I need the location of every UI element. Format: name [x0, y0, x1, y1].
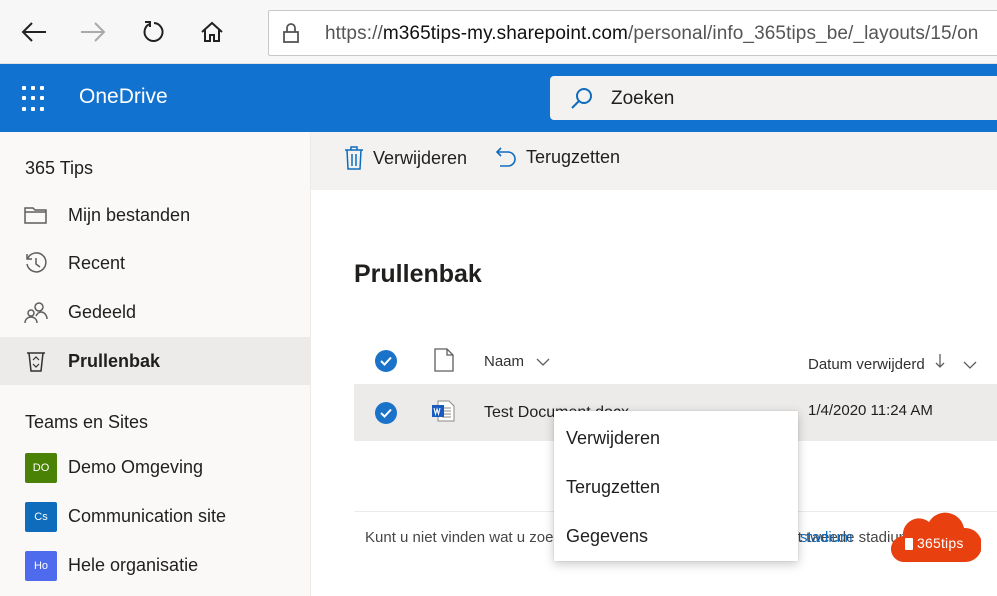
browser-toolbar: https://m365tips-my.sharepoint.com/perso…	[0, 0, 997, 64]
people-icon	[24, 302, 48, 324]
arrow-right-icon	[81, 22, 106, 42]
site-demo-omgeving[interactable]: DO Demo Omgeving	[0, 443, 311, 491]
nav-item-label: Mijn bestanden	[68, 204, 191, 225]
nav-item-shared[interactable]: Gedeeld	[0, 288, 311, 336]
nav-item-label: Recent	[68, 252, 126, 273]
nav-item-recycle-bin[interactable]: Prullenbak	[0, 337, 311, 385]
history-icon	[26, 252, 47, 273]
site-tile: Cs	[25, 502, 57, 532]
search-box[interactable]: Zoeken	[550, 76, 997, 120]
nav-item-recent[interactable]: Recent	[0, 239, 311, 287]
forward-button[interactable]	[75, 14, 111, 50]
left-nav: 365 Tips Mijn bestanden Recent Gedeeld P…	[0, 132, 311, 596]
context-menu: Verwijderen Terugzetten Gegevens	[554, 411, 798, 561]
page-title: Prullenbak	[354, 260, 482, 288]
undo-icon	[495, 147, 516, 167]
search-icon	[571, 88, 592, 109]
context-item-details[interactable]: Gegevens	[554, 511, 798, 561]
home-button[interactable]	[194, 14, 230, 50]
delete-label: Verwijderen	[373, 147, 468, 168]
site-label: Hele organisatie	[68, 554, 199, 575]
chevron-down-icon	[963, 361, 977, 369]
list-header: Naam Datum verwijderd	[354, 340, 997, 384]
restore-label: Terugzetten	[526, 146, 621, 167]
trash-icon	[345, 146, 363, 170]
column-date-header[interactable]: Datum verwijderd	[808, 353, 977, 373]
word-document-icon	[432, 400, 455, 422]
logo-text: 365tips	[917, 535, 964, 551]
chevron-down-icon	[536, 358, 550, 366]
sort-down-icon	[935, 354, 945, 368]
search-placeholder: Zoeken	[611, 88, 675, 109]
site-communication[interactable]: Cs Communication site	[0, 492, 311, 540]
file-type-icon	[434, 348, 454, 372]
refresh-button[interactable]	[135, 14, 171, 50]
nav-item-my-files[interactable]: Mijn bestanden	[0, 191, 311, 239]
back-button[interactable]	[16, 14, 52, 50]
command-bar: Verwijderen Terugzetten	[311, 132, 997, 190]
url-text: https://m365tips-my.sharepoint.com/perso…	[325, 23, 979, 44]
context-item-restore[interactable]: Terugzetten	[554, 462, 798, 512]
app-launcher-icon[interactable]	[22, 86, 48, 112]
lock-icon	[283, 23, 299, 43]
checkmark-icon	[380, 356, 392, 366]
address-bar[interactable]: https://m365tips-my.sharepoint.com/perso…	[268, 10, 997, 56]
app-name[interactable]: OneDrive	[79, 85, 168, 109]
nav-item-label: Prullenbak	[68, 350, 161, 371]
site-label: Communication site	[68, 505, 227, 526]
site-tile: DO	[25, 453, 57, 483]
home-icon	[201, 21, 223, 42]
restore-button[interactable]: Terugzetten	[495, 146, 620, 168]
user-heading: 365 Tips	[25, 158, 94, 178]
site-tile: Ho	[25, 551, 57, 581]
arrow-left-icon	[21, 22, 46, 42]
suite-bar: OneDrive Zoeken	[0, 64, 997, 132]
sites-heading: Teams en Sites	[25, 412, 149, 432]
row-checkbox[interactable]	[375, 402, 397, 424]
365tips-logo: 365tips	[890, 508, 983, 564]
site-label: Demo Omgeving	[68, 456, 204, 477]
nav-item-label: Gedeeld	[68, 301, 137, 322]
select-all-checkbox[interactable]	[375, 350, 397, 372]
checkmark-icon	[380, 408, 392, 418]
refresh-icon	[143, 21, 164, 42]
delete-button[interactable]: Verwijderen	[344, 146, 467, 170]
folder-icon	[24, 207, 47, 224]
site-hele-organisatie[interactable]: Ho Hele organisatie	[0, 541, 311, 589]
footer-link[interactable]: stadium	[800, 529, 853, 546]
row-date-deleted: 1/4/2020 11:24 AM	[808, 402, 933, 419]
column-name-header[interactable]: Naam	[484, 353, 550, 370]
context-item-delete[interactable]: Verwijderen	[554, 413, 798, 463]
recycle-bin-icon	[27, 352, 45, 372]
